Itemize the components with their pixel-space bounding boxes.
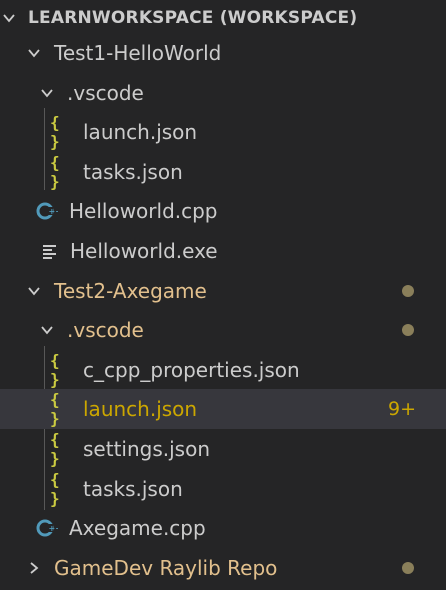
file-test1-tasks-json[interactable]: { } tasks.json: [0, 152, 446, 192]
file-label: launch.json: [83, 120, 198, 144]
modified-dot: [402, 285, 414, 297]
json-file-icon: { }: [50, 390, 60, 428]
file-axegame-cpp[interactable]: ++ Axegame.cpp: [0, 508, 446, 548]
file-test2-tasks-json[interactable]: { } tasks.json: [0, 469, 446, 509]
folder-label: GameDev Raylib Repo: [54, 556, 278, 580]
chevron-right-icon: [27, 561, 41, 575]
file-test1-launch-json[interactable]: { } launch.json: [0, 112, 446, 152]
file-label: tasks.json: [83, 160, 183, 184]
folder-label: Test2-Axegame: [54, 279, 207, 303]
chevron-down-icon: [40, 323, 54, 337]
folder-label: Test1-HelloWorld: [54, 41, 222, 65]
json-file-icon: { }: [50, 470, 60, 508]
json-file-icon: { }: [50, 351, 60, 389]
file-helloworld-cpp[interactable]: ++ Helloworld.cpp: [0, 191, 446, 231]
file-label: settings.json: [83, 437, 211, 461]
file-label: launch.json: [83, 397, 198, 421]
folder-test2-vscode[interactable]: .vscode: [0, 310, 446, 350]
file-helloworld-exe[interactable]: Helloworld.exe: [0, 231, 446, 271]
file-label: Axegame.cpp: [69, 516, 206, 540]
json-file-icon: { }: [50, 153, 60, 191]
chevron-down-icon: [2, 11, 16, 25]
explorer-tree: LEARNWORKSPACE (WORKSPACE) Test1-HelloWo…: [0, 0, 446, 590]
cpp-file-icon: ++: [36, 519, 59, 537]
file-label: Helloworld.cpp: [69, 199, 218, 223]
problems-badge: 9+: [387, 398, 416, 420]
folder-test2-axegame[interactable]: Test2-Axegame: [0, 271, 446, 311]
file-label: Helloworld.exe: [70, 239, 218, 263]
workspace-title: LEARNWORKSPACE (WORKSPACE): [28, 8, 358, 28]
chevron-down-icon: [40, 86, 54, 100]
file-test2-launch-json[interactable]: { } launch.json 9+: [0, 389, 446, 429]
folder-label: .vscode: [67, 81, 144, 105]
folder-test1-vscode[interactable]: .vscode: [0, 73, 446, 113]
json-file-icon: { }: [50, 430, 60, 468]
file-settings-json[interactable]: { } settings.json: [0, 429, 446, 469]
json-file-icon: { }: [50, 113, 60, 151]
binary-file-icon: [43, 245, 56, 259]
file-label: tasks.json: [83, 477, 183, 501]
folder-test1-helloworld[interactable]: Test1-HelloWorld: [0, 33, 446, 73]
file-c-cpp-properties-json[interactable]: { } c_cpp_properties.json: [0, 350, 446, 390]
file-label: c_cpp_properties.json: [83, 358, 300, 382]
modified-dot: [402, 324, 414, 336]
chevron-down-icon: [27, 46, 41, 60]
folder-gamedev-raylib-repo[interactable]: GameDev Raylib Repo: [0, 548, 446, 588]
modified-dot: [402, 562, 414, 574]
chevron-down-icon: [27, 284, 41, 298]
cpp-file-icon: ++: [36, 202, 59, 220]
svg-text:++: ++: [49, 524, 59, 533]
folder-label: .vscode: [67, 318, 144, 342]
svg-text:++: ++: [49, 207, 59, 216]
